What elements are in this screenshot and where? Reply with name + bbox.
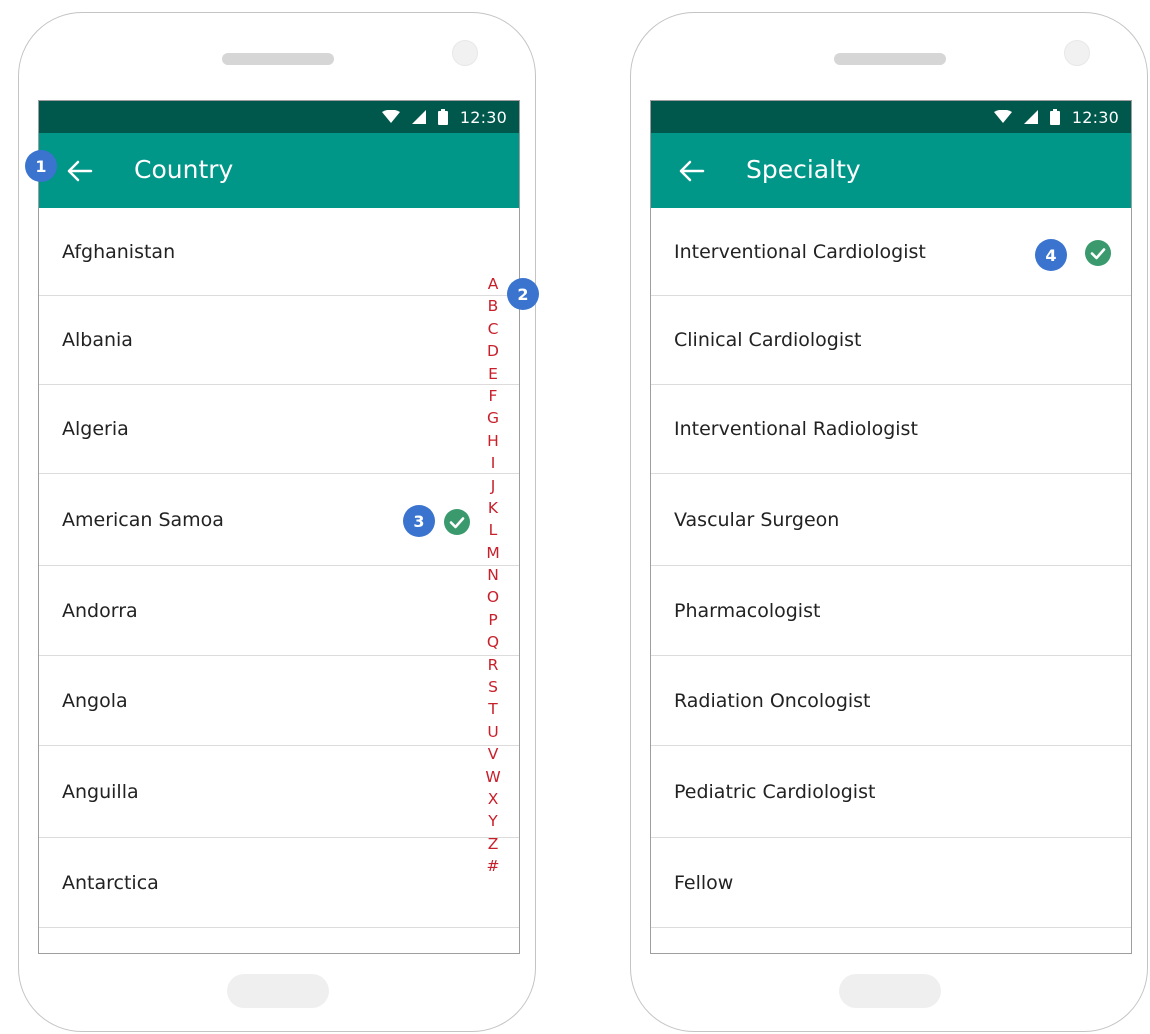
country-list: Afghanistan Albania Algeria American Sam… xyxy=(39,208,519,928)
list-item-label: Anguilla xyxy=(62,780,139,803)
list-item-label: Fellow xyxy=(674,871,734,894)
alphabet-index-letter[interactable]: Z xyxy=(488,833,499,855)
home-button[interactable] xyxy=(227,974,329,1008)
arrow-left-icon[interactable] xyxy=(676,156,706,186)
alphabet-index-letter[interactable]: K xyxy=(488,497,498,519)
alphabet-index-letter[interactable]: G xyxy=(487,407,499,429)
list-item-anguilla[interactable]: Anguilla xyxy=(39,746,519,838)
list-item-vascular-surgeon[interactable]: Vascular Surgeon xyxy=(651,474,1131,566)
alphabet-index-letter[interactable]: J xyxy=(491,475,496,497)
annotation-badge-4: 4 xyxy=(1035,239,1067,271)
alphabet-index-letter[interactable]: U xyxy=(487,721,498,743)
annotation-badge-3: 3 xyxy=(403,505,435,537)
list-item-afghanistan[interactable]: Afghanistan xyxy=(39,208,519,296)
list-item-angola[interactable]: Angola xyxy=(39,656,519,746)
alphabet-index-letter[interactable]: W xyxy=(485,766,500,788)
list-item-label: Antarctica xyxy=(62,871,159,894)
list-item-label: Andorra xyxy=(62,599,138,622)
status-time: 12:30 xyxy=(459,107,507,127)
list-item-label: Vascular Surgeon xyxy=(674,508,840,531)
status-time: 12:30 xyxy=(1071,107,1119,127)
app-bar: Specialty xyxy=(651,133,1131,208)
list-item-label: Interventional Radiologist xyxy=(674,418,918,440)
battery-icon xyxy=(1049,109,1060,125)
list-item-label: Pediatric Cardiologist xyxy=(674,780,876,803)
app-bar: Country xyxy=(39,133,519,208)
arrow-left-icon[interactable] xyxy=(64,156,94,186)
list-item-label: Algeria xyxy=(62,418,129,440)
alphabet-index[interactable]: A B C D E F G H I J K L M N O P Q R S T U V W X Y Z # xyxy=(485,273,500,878)
list-item-pediatric-cardiologist[interactable]: Pediatric Cardiologist xyxy=(651,746,1131,838)
alphabet-index-letter[interactable]: N xyxy=(487,564,499,586)
list-item-label: Angola xyxy=(62,689,128,712)
list-item-radiation-oncologist[interactable]: Radiation Oncologist xyxy=(651,656,1131,746)
alphabet-index-letter[interactable]: C xyxy=(488,318,499,340)
alphabet-index-letter[interactable]: X xyxy=(488,788,499,810)
list-item-label: Interventional Cardiologist xyxy=(674,240,926,263)
list-item-clinical-cardiologist[interactable]: Clinical Cardiologist xyxy=(651,296,1131,385)
list-item-label: Pharmacologist xyxy=(674,599,821,622)
list-item-albania[interactable]: Albania xyxy=(39,296,519,385)
alphabet-index-letter[interactable]: R xyxy=(488,654,499,676)
status-bar: 12:30 xyxy=(39,101,519,133)
alphabet-index-letter[interactable]: A xyxy=(488,273,499,295)
phone-frame-specialty: 12:30 Specialty Interventional Cardiolog… xyxy=(630,12,1148,1032)
home-button[interactable] xyxy=(839,974,941,1008)
list-item-interventional-radiologist[interactable]: Interventional Radiologist xyxy=(651,385,1131,474)
alphabet-index-letter[interactable]: S xyxy=(488,676,498,698)
list-item-pharmacologist[interactable]: Pharmacologist xyxy=(651,566,1131,656)
alphabet-index-letter[interactable]: T xyxy=(488,698,497,720)
specialty-screen: 12:30 Specialty Interventional Cardiolog… xyxy=(650,100,1132,954)
annotation-badge-1: 1 xyxy=(25,150,57,182)
alphabet-index-letter[interactable]: V xyxy=(488,743,499,765)
alphabet-index-letter[interactable]: I xyxy=(491,452,496,474)
page-title: Country xyxy=(134,155,234,184)
page-title: Specialty xyxy=(746,155,861,184)
alphabet-index-letter[interactable]: M xyxy=(486,542,499,564)
phone-camera xyxy=(1064,40,1090,66)
signal-icon xyxy=(1023,110,1038,124)
alphabet-index-letter[interactable]: B xyxy=(488,295,499,317)
phone-speaker xyxy=(222,53,334,65)
list-item-andorra[interactable]: Andorra xyxy=(39,566,519,656)
phone-speaker xyxy=(834,53,946,65)
status-bar: 12:30 xyxy=(651,101,1131,133)
list-item-american-samoa[interactable]: American Samoa xyxy=(39,474,519,566)
list-item-label: Afghanistan xyxy=(62,240,176,263)
alphabet-index-letter[interactable]: P xyxy=(488,609,497,631)
list-item-label: American Samoa xyxy=(62,508,224,531)
battery-icon xyxy=(437,109,448,125)
wifi-icon xyxy=(381,110,400,123)
list-item-label: Clinical Cardiologist xyxy=(674,329,862,351)
signal-icon xyxy=(411,110,426,124)
wifi-icon xyxy=(993,110,1012,123)
country-screen: 12:30 Country Afghanistan Albania Algeri… xyxy=(38,100,520,954)
alphabet-index-letter[interactable]: L xyxy=(489,519,498,541)
alphabet-index-letter[interactable]: O xyxy=(487,586,499,608)
alphabet-index-letter[interactable]: # xyxy=(487,855,500,877)
annotation-badge-2: 2 xyxy=(507,278,539,310)
list-item-label: Albania xyxy=(62,329,133,351)
list-item-label: Radiation Oncologist xyxy=(674,689,871,712)
phone-frame-country: 12:30 Country Afghanistan Albania Algeri… xyxy=(18,12,536,1032)
alphabet-index-letter[interactable]: H xyxy=(487,430,499,452)
specialty-list: Interventional Cardiologist Clinical Car… xyxy=(651,208,1131,928)
phone-camera xyxy=(452,40,478,66)
alphabet-index-letter[interactable]: Q xyxy=(487,631,499,653)
alphabet-index-letter[interactable]: F xyxy=(489,385,498,407)
list-item-algeria[interactable]: Algeria xyxy=(39,385,519,474)
alphabet-index-letter[interactable]: D xyxy=(487,340,499,362)
alphabet-index-letter[interactable]: E xyxy=(488,363,498,385)
list-item-fellow[interactable]: Fellow xyxy=(651,838,1131,928)
alphabet-index-letter[interactable]: Y xyxy=(488,810,497,832)
list-item-antarctica[interactable]: Antarctica xyxy=(39,838,519,928)
check-circle-icon xyxy=(1085,240,1111,266)
check-circle-icon xyxy=(444,509,470,535)
